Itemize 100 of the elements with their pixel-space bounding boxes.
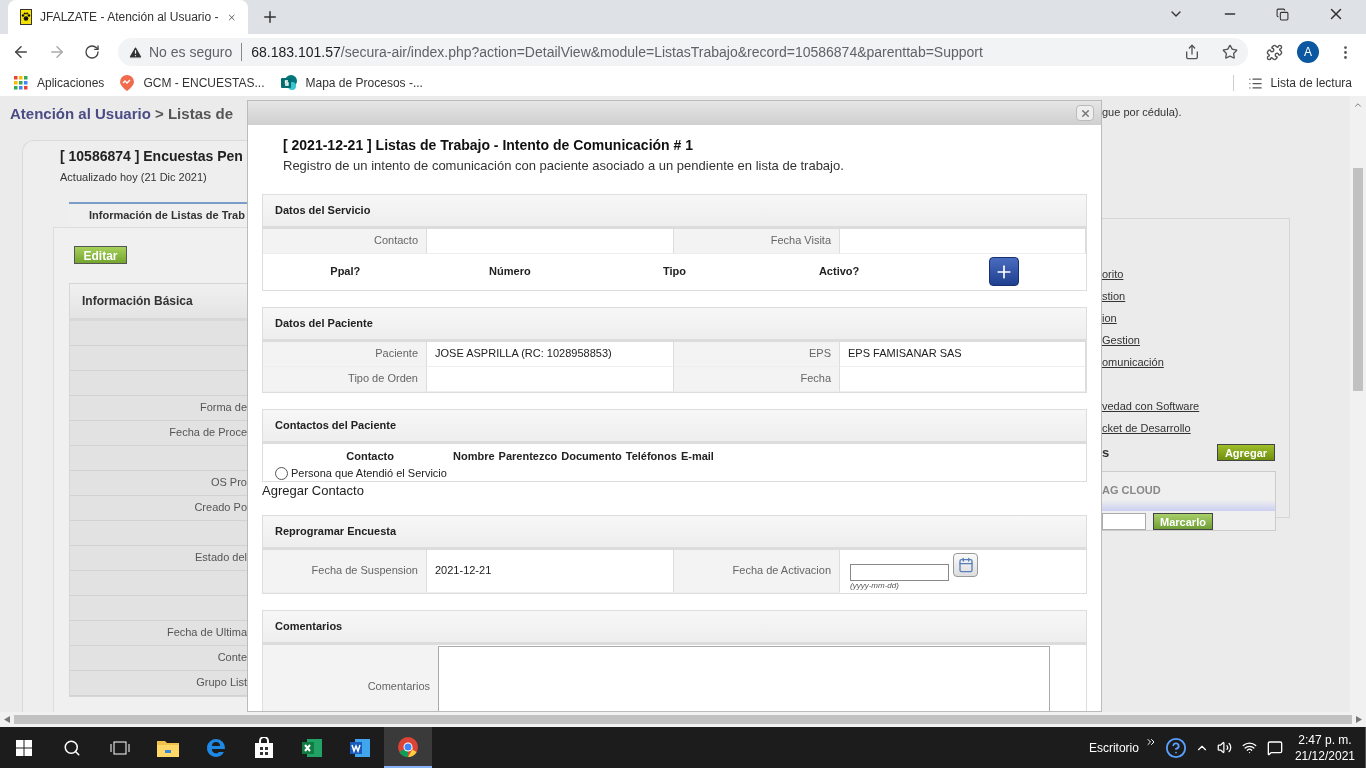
sidebar-link[interactable]: ion: [1102, 307, 1117, 329]
section-header: Datos del Paciente: [263, 307, 1086, 342]
tag-cloud-title: AG CLOUD: [1102, 482, 1162, 498]
notification-icon[interactable]: [1266, 739, 1283, 756]
field-label: Fecha de Activacion: [674, 549, 840, 593]
field-label: Conte: [217, 650, 247, 666]
browser-icon: [397, 735, 419, 758]
warning-icon: [128, 44, 143, 60]
field-label: Fecha: [674, 366, 840, 392]
column-header: Activo?: [818, 264, 860, 280]
section-header: Comentarios: [263, 610, 1086, 645]
pin-icon: [120, 75, 135, 91]
field-label: Comentarios: [263, 644, 438, 711]
profile-avatar[interactable]: A: [1297, 41, 1319, 63]
back-icon[interactable]: [12, 43, 30, 61]
restore-icon[interactable]: [1276, 7, 1289, 21]
field-label: Tipo de Orden: [263, 366, 427, 392]
bookmark-item[interactable]: Mapa de Procesos -...: [280, 74, 423, 92]
dialog-description: Registro de un intento de comunicación con paciente asociado a un pendiente en lista de trabajo.: [283, 157, 845, 175]
folder-icon: [157, 738, 179, 757]
field-value: JOSE ASPRILLA (RC: 1028958853): [427, 341, 674, 367]
clock-date: 21/12/2021: [1294, 747, 1355, 764]
apps-grid-icon: [14, 76, 28, 90]
browser-tab[interactable]: JFALZATE - Atención al Usuario -: [8, 0, 248, 34]
date-field[interactable]: [850, 563, 949, 581]
reading-list-button[interactable]: Lista de lectura: [1247, 74, 1352, 92]
new-tab-icon[interactable]: [261, 8, 279, 26]
desktop-label[interactable]: Escritorio: [1088, 738, 1139, 757]
add-button[interactable]: [988, 257, 1019, 286]
section-title: s: [1102, 444, 1110, 462]
add-contact-link[interactable]: Agregar Contacto: [262, 482, 1087, 499]
scrollbar-thumb[interactable]: [1353, 168, 1363, 391]
shopping-bag-icon: [253, 736, 275, 759]
sharepoint-icon: [280, 75, 297, 91]
column-header: E-mail: [680, 448, 714, 464]
taskbar-app[interactable]: [384, 727, 432, 768]
updated-label: Actualizado hoy (21 Dic 2021): [59, 170, 208, 185]
browser-icon: [205, 736, 227, 759]
scroll-left-icon[interactable]: [4, 716, 10, 723]
column-header: Documento: [561, 448, 622, 464]
breadcrumb: Atención al Usuario > Listas de: [9, 104, 234, 124]
clock-time: 2:47 p. m.: [1298, 731, 1352, 748]
column-header: Número: [489, 264, 531, 280]
field-label: Creado Po: [194, 500, 247, 516]
field-label: Fecha de Suspension: [263, 549, 427, 593]
section-header: Datos del Servicio: [263, 194, 1086, 229]
close-button[interactable]: [1076, 105, 1094, 121]
reload-icon[interactable]: [84, 44, 100, 60]
sidebar-link[interactable]: stion: [1102, 285, 1126, 307]
document-icon: [349, 736, 371, 759]
share-icon[interactable]: [1184, 44, 1200, 60]
field-label: Fecha de Ultima: [166, 625, 247, 641]
field-label: OS Pro: [210, 475, 247, 491]
field-label: Paciente: [263, 341, 427, 367]
sidebar-link[interactable]: cket de Desarrollo: [1102, 417, 1191, 439]
security-label: No es seguro: [149, 42, 233, 62]
task-view-icon[interactable]: [110, 739, 130, 756]
volume-icon[interactable]: [1216, 740, 1232, 755]
sidebar-link[interactable]: orito: [1102, 263, 1124, 285]
close-icon: [1079, 107, 1091, 119]
calendar-icon[interactable]: [953, 552, 978, 577]
horizontal-scrollbar[interactable]: [0, 712, 1366, 727]
vertical-scrollbar[interactable]: [1350, 96, 1366, 712]
sidebar-link[interactable]: Gestion: [1102, 329, 1140, 351]
field-label: Contacto: [263, 228, 427, 254]
field-label: Estado del: [195, 550, 247, 566]
tag-field[interactable]: [1102, 512, 1146, 530]
note-text: gue por cédula).: [1102, 105, 1183, 120]
field-label: Fecha Visita: [674, 228, 840, 254]
column-header: Tipo: [663, 264, 686, 280]
help-icon[interactable]: [1164, 736, 1187, 759]
sidebar-link[interactable]: omunicación: [1102, 351, 1164, 373]
sidebar-link[interactable]: vedad con Software: [1102, 395, 1200, 417]
column-header: Contacto: [345, 448, 395, 464]
section-header: Reprogramar Encuesta: [263, 515, 1086, 550]
scroll-right-icon[interactable]: [1356, 716, 1362, 723]
search-icon[interactable]: [63, 738, 81, 757]
field-label: Forma de: [199, 400, 247, 416]
field-label: EPS: [674, 341, 840, 367]
address-bar[interactable]: No es seguro 68.183.101.57/secura-air/index.php?action=DetailView&module=ListasTrabajo&record=10586874&parenttab=Support: [118, 38, 1248, 66]
section-header: Contactos del Paciente: [263, 409, 1086, 444]
wifi-icon[interactable]: [1241, 740, 1257, 755]
radio-button[interactable]: [275, 466, 288, 480]
record-title: [ 10586874 ] Encuestas Pen: [59, 147, 244, 166]
bookmark-item[interactable]: Aplicaciones: [14, 74, 105, 92]
bookmark-item[interactable]: GCM - ENCUESTAS...: [120, 74, 265, 92]
bookmark-star-icon[interactable]: [1222, 44, 1238, 60]
radio-label: Persona que Atendió el Servicio: [291, 466, 447, 481]
list-icon: [1247, 75, 1263, 91]
column-header: Nombre: [453, 448, 495, 464]
field-label: Fecha de Proce: [169, 425, 247, 441]
column-header: Parentezco: [498, 448, 558, 464]
spreadsheet-icon: [301, 736, 323, 759]
format-hint: (yyyy-mm-dd): [850, 580, 900, 591]
extensions-icon[interactable]: [1266, 43, 1283, 61]
dialog-title: [ 2021-12-21 ] Listas de Trabajo - Intento de Comunicación # 1: [283, 136, 694, 155]
windows-logo[interactable]: [16, 739, 32, 756]
url-text: 68.183.101.57/secura-air/index.php?action=DetailView&module=ListasTrabajo&record=10586874&parenttab=Support: [251, 42, 983, 62]
field-value: 2021-12-21: [427, 549, 674, 593]
paw-icon: [20, 9, 32, 25]
